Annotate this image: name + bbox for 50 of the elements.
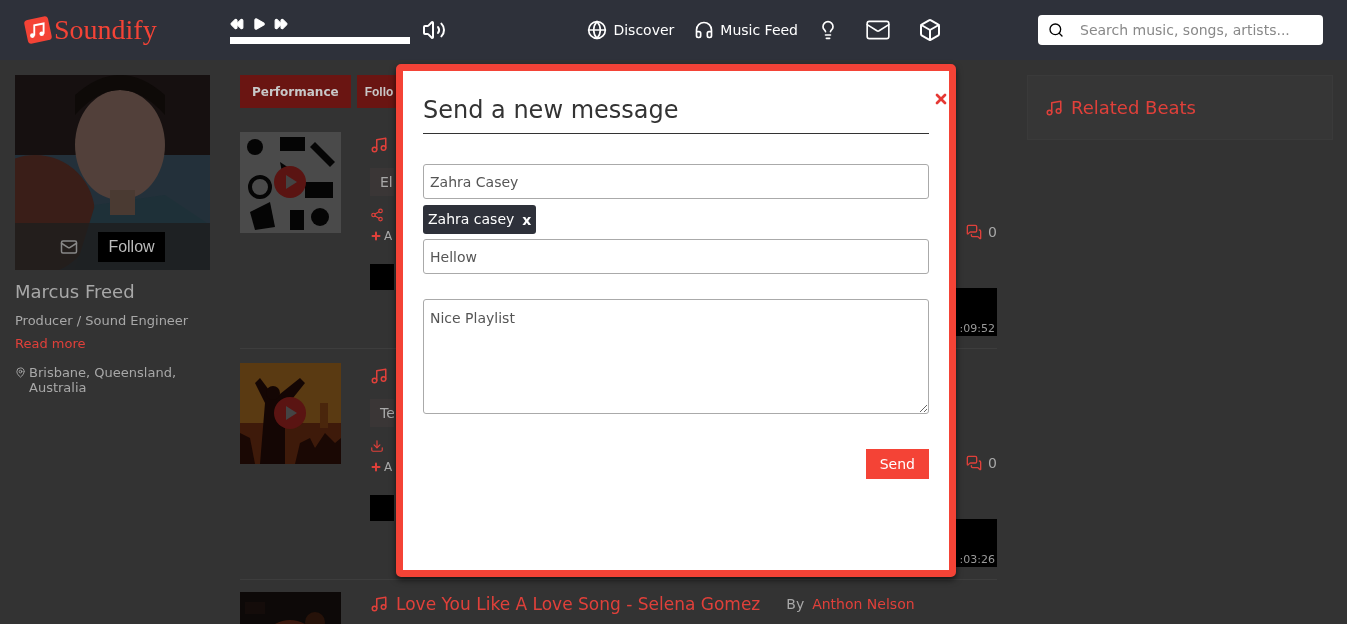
send-button[interactable]: Send [865,449,929,479]
cube-icon[interactable] [918,18,942,42]
waveform-bar [370,264,394,290]
profile-name: Marcus Freed [15,280,136,304]
profile-location: Brisbane, Queensland, Australia [29,364,178,395]
add-link[interactable]: A [384,461,393,473]
rewind-icon[interactable] [230,16,244,31]
add-link[interactable]: A [384,230,393,242]
share-icon[interactable] [370,208,384,222]
logo-icon [24,16,52,44]
profile-role: Producer / Sound Engineer [15,312,190,330]
dialog-title: Send a new message [423,95,679,125]
follow-button[interactable]: Follow [98,231,165,262]
chip-label: Zahra casey [428,210,515,229]
waveform-bar [370,495,394,521]
track-duration: :09:52 [959,323,995,334]
music-note-icon [370,136,388,154]
seek-bar[interactable] [230,36,410,44]
plus-icon[interactable] [370,230,382,242]
volume-icon[interactable] [422,18,446,42]
nav-link[interactable]: Discover [587,19,675,41]
logo-text[interactable]: Soundify [54,16,157,44]
search-field[interactable]: Search music, songs, artists... [1038,15,1323,45]
chip-remove-button[interactable]: x [522,212,532,227]
music-note-icon [370,595,388,613]
globe-icon [587,20,608,40]
by-label: By [786,595,805,614]
headphones-icon [694,20,715,40]
music-note-icon [1045,98,1063,117]
genre-tag[interactable]: El [370,168,394,196]
map-pin-icon [15,366,26,378]
message-field[interactable]: Nice Playlist [423,299,929,414]
subject-field[interactable]: Hellow [423,239,929,274]
recipient-field[interactable]: Zahra Casey [423,164,929,199]
play-icon[interactable] [252,16,266,31]
comment-count: 0 [988,223,997,242]
track-duration: :03:26 [959,554,995,565]
music-note-icon [370,367,388,385]
fast-forward-icon[interactable] [274,16,288,31]
comments-icon[interactable] [966,455,983,471]
panel-title: Related Beats [1071,96,1196,120]
genre-tag[interactable]: Te [370,399,394,427]
search-icon [1048,22,1064,38]
comment-count: 0 [988,454,997,473]
download-icon[interactable] [370,439,384,453]
plus-icon[interactable] [370,461,382,473]
comments-icon[interactable] [966,224,983,240]
tab[interactable]: Performance [240,75,351,108]
nav-link[interactable]: Music Feed [694,19,798,41]
close-icon[interactable] [933,91,949,107]
